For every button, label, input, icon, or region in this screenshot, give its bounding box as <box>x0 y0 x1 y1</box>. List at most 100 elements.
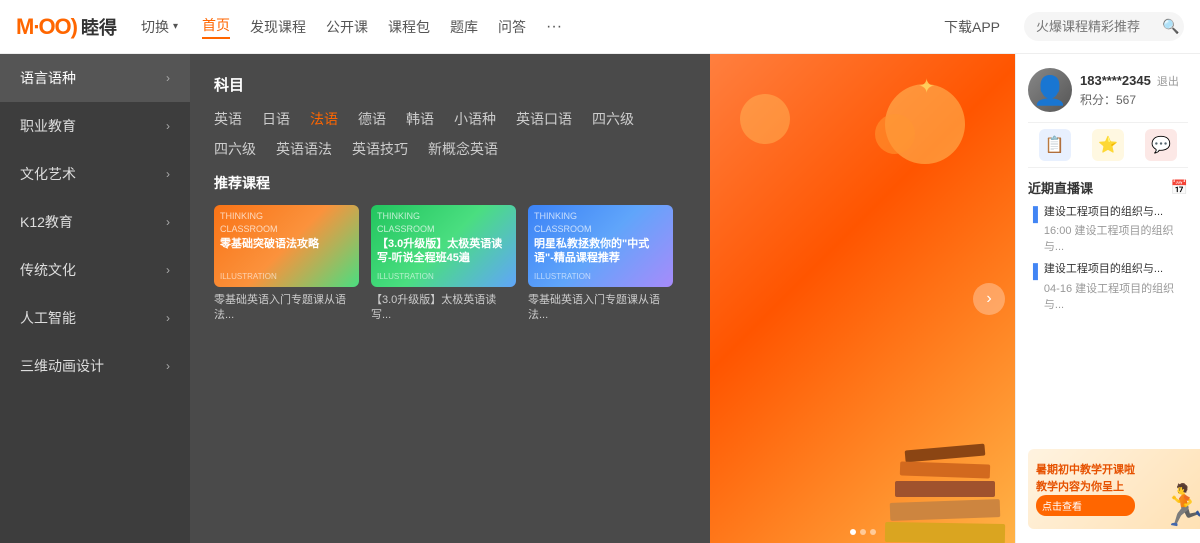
banner-star-icon: ✦ <box>918 74 935 99</box>
dropdown-tags: 英语 日语 法语 德语 韩语 小语种 英语口语 四六级 四六级 英语语法 英语技… <box>214 109 686 159</box>
nav-item-more[interactable]: ··· <box>546 18 562 36</box>
recommended-section: 推荐课程 THINKING CLASSROOM 零基础突破语法攻略 ILLUST… <box>214 173 686 324</box>
logo[interactable]: M∙OO) 睦得 <box>16 14 117 40</box>
main-content: 语言语种 › 职业教育 › 文化艺术 › K12教育 › 传统文化 › 人工智能… <box>0 54 1200 543</box>
live-item-title-1: 建设工程项目的组织与... <box>1044 262 1188 277</box>
sidebar-item-traditional[interactable]: 传统文化 › <box>0 246 190 294</box>
user-actions: 📋 ⭐ 💬 <box>1028 122 1188 168</box>
tag-french[interactable]: 法语 <box>310 109 338 129</box>
right-panel: 👤 183****2345 退出 积分：567 📋 ⭐ 💬 <box>1015 54 1200 543</box>
course-card-0[interactable]: THINKING CLASSROOM 零基础突破语法攻略 ILLUSTRATIO… <box>214 205 359 324</box>
tag-new-concept[interactable]: 新概念英语 <box>428 139 498 159</box>
card-subtitle-1b: CLASSROOM <box>377 224 510 234</box>
search-box[interactable]: 🔍 <box>1024 12 1184 41</box>
search-icon[interactable]: 🔍 <box>1162 18 1179 35</box>
header: M∙OO) 睦得 切换 ▾ 首页 发现课程 公开课 课程包 题库 问答 ··· … <box>0 0 1200 54</box>
sidebar-arrow-icon: › <box>166 167 170 181</box>
card-subtitle-0: THINKING <box>220 211 353 221</box>
user-name-row: 183****2345 退出 <box>1080 73 1188 89</box>
card-tag-2: ILLUSTRATION <box>534 272 667 281</box>
tag-skills[interactable]: 英语技巧 <box>352 139 408 159</box>
tag-japanese[interactable]: 日语 <box>262 109 290 129</box>
ad-text-line2: 教学内容为你呈上 <box>1036 479 1135 496</box>
tag-ielts1[interactable]: 四六级 <box>592 109 634 129</box>
search-input[interactable] <box>1036 19 1156 34</box>
card-tag-0: ILLUSTRATION <box>220 272 353 281</box>
sidebar: 语言语种 › 职业教育 › 文化艺术 › K12教育 › 传统文化 › 人工智能… <box>0 54 190 543</box>
sidebar-item-ai[interactable]: 人工智能 › <box>0 294 190 342</box>
course-card-2[interactable]: THINKING CLASSROOM 明星私教拯救你的"中式语"-精品课程推荐 … <box>528 205 673 324</box>
banner-dot-2[interactable] <box>870 529 876 535</box>
nav-item-quiz[interactable]: 题库 <box>450 17 478 37</box>
live-item-title-0: 建设工程项目的组织与... <box>1044 205 1188 220</box>
user-details: 183****2345 退出 积分：567 <box>1080 73 1188 108</box>
course-card-1[interactable]: THINKING CLASSROOM 【3.0升级版】太极英语读写-听说全程班4… <box>371 205 516 324</box>
action-notes-button[interactable]: 📋 <box>1039 129 1071 161</box>
card-subtitle-0b: CLASSROOM <box>220 224 353 234</box>
star-icon: ⭐ <box>1092 129 1124 161</box>
ad-text-line1: 暑期初中教学开课啦 <box>1036 462 1135 479</box>
dropdown-panel: 科目 英语 日语 法语 德语 韩语 小语种 英语口语 四六级 四六级 英语语法 … <box>190 54 710 543</box>
course-card-image-2: THINKING CLASSROOM 明星私教拯救你的"中式语"-精品课程推荐 … <box>528 205 673 287</box>
nav-item-discover[interactable]: 发现课程 <box>250 17 306 37</box>
live-header: 近期直播课 📅 <box>1028 178 1188 197</box>
banner-circle-2 <box>875 114 915 154</box>
notes-icon: 📋 <box>1039 129 1071 161</box>
tag-ielts2[interactable]: 四六级 <box>214 139 256 159</box>
tag-english-oral[interactable]: 英语口语 <box>516 109 572 129</box>
tag-grammar[interactable]: 英语语法 <box>276 139 332 159</box>
nav-item-qa[interactable]: 问答 <box>498 17 526 37</box>
user-name: 183****2345 <box>1080 73 1151 88</box>
banner-dot-1[interactable] <box>860 529 866 535</box>
live-item-0[interactable]: ▐ 建设工程项目的组织与... 16:00 建设工程项目的组织与... <box>1028 205 1188 254</box>
sidebar-item-language[interactable]: 语言语种 › <box>0 54 190 102</box>
switch-chevron-icon: ▾ <box>173 21 178 32</box>
card-title-1: 【3.0升级版】太极英语读写-听说全程班45遍 <box>377 237 510 266</box>
live-bar-icon-0: ▐ <box>1028 206 1038 222</box>
tag-german[interactable]: 德语 <box>358 109 386 129</box>
sidebar-item-culture[interactable]: 文化艺术 › <box>0 150 190 198</box>
sidebar-item-vocational[interactable]: 职业教育 › <box>0 102 190 150</box>
banner-dot-0[interactable] <box>850 529 856 535</box>
sidebar-item-label: K12教育 <box>20 212 73 232</box>
sidebar-item-k12[interactable]: K12教育 › <box>0 198 190 246</box>
live-bar-icon-1: ▐ <box>1028 263 1038 279</box>
banner-next-button[interactable]: › <box>973 283 1005 315</box>
message-icon: 💬 <box>1145 129 1177 161</box>
course-card-label-0: 零基础英语入门专题课从语法... <box>214 293 359 324</box>
nav-item-course-pack[interactable]: 课程包 <box>388 17 430 37</box>
live-item-1[interactable]: ▐ 建设工程项目的组织与... 04-16 建设工程项目的组织与... <box>1028 262 1188 311</box>
live-item-time-0: 16:00 建设工程项目的组织与... <box>1044 222 1188 254</box>
switch-label: 切换 <box>141 17 169 37</box>
user-points: 积分：567 <box>1080 91 1188 108</box>
sidebar-item-label: 三维动画设计 <box>20 356 104 376</box>
logo-text: 睦得 <box>81 14 117 40</box>
card-subtitle-2b: CLASSROOM <box>534 224 667 234</box>
sidebar-arrow-icon: › <box>166 359 170 373</box>
nav-item-home[interactable]: 首页 <box>202 15 230 39</box>
course-card-label-2: 零基础英语入门专题课从语法... <box>528 293 673 324</box>
tag-english[interactable]: 英语 <box>214 109 242 129</box>
ad-button[interactable]: 点击查看 <box>1036 495 1135 516</box>
logout-button[interactable]: 退出 <box>1157 73 1179 89</box>
tag-minor-lang[interactable]: 小语种 <box>454 109 496 129</box>
sidebar-item-label: 人工智能 <box>20 308 76 328</box>
sidebar-arrow-icon: › <box>166 71 170 85</box>
download-button[interactable]: 下载APP <box>944 17 1000 37</box>
nav-switch[interactable]: 切换 ▾ <box>141 17 178 37</box>
card-tag-1: ILLUSTRATION <box>377 272 510 281</box>
tag-korean[interactable]: 韩语 <box>406 109 434 129</box>
course-cards: THINKING CLASSROOM 零基础突破语法攻略 ILLUSTRATIO… <box>214 205 686 324</box>
banner-dots <box>850 529 876 535</box>
sidebar-item-3d[interactable]: 三维动画设计 › <box>0 342 190 390</box>
action-messages-button[interactable]: 💬 <box>1145 129 1177 161</box>
action-favorites-button[interactable]: ⭐ <box>1092 129 1124 161</box>
ad-figure-icon: 🏃 <box>1159 482 1200 529</box>
logo-icon: M∙OO) <box>16 14 77 40</box>
live-calendar-icon[interactable]: 📅 <box>1171 179 1188 196</box>
card-subtitle-1: THINKING <box>377 211 510 221</box>
ad-banner: 暑期初中教学开课啦 教学内容为你呈上 点击查看 🏃 <box>1028 449 1200 529</box>
course-card-label-1: 【3.0升级版】太极英语读写... <box>371 293 516 324</box>
recommended-title: 推荐课程 <box>214 173 686 193</box>
nav-item-open-course[interactable]: 公开课 <box>326 17 368 37</box>
